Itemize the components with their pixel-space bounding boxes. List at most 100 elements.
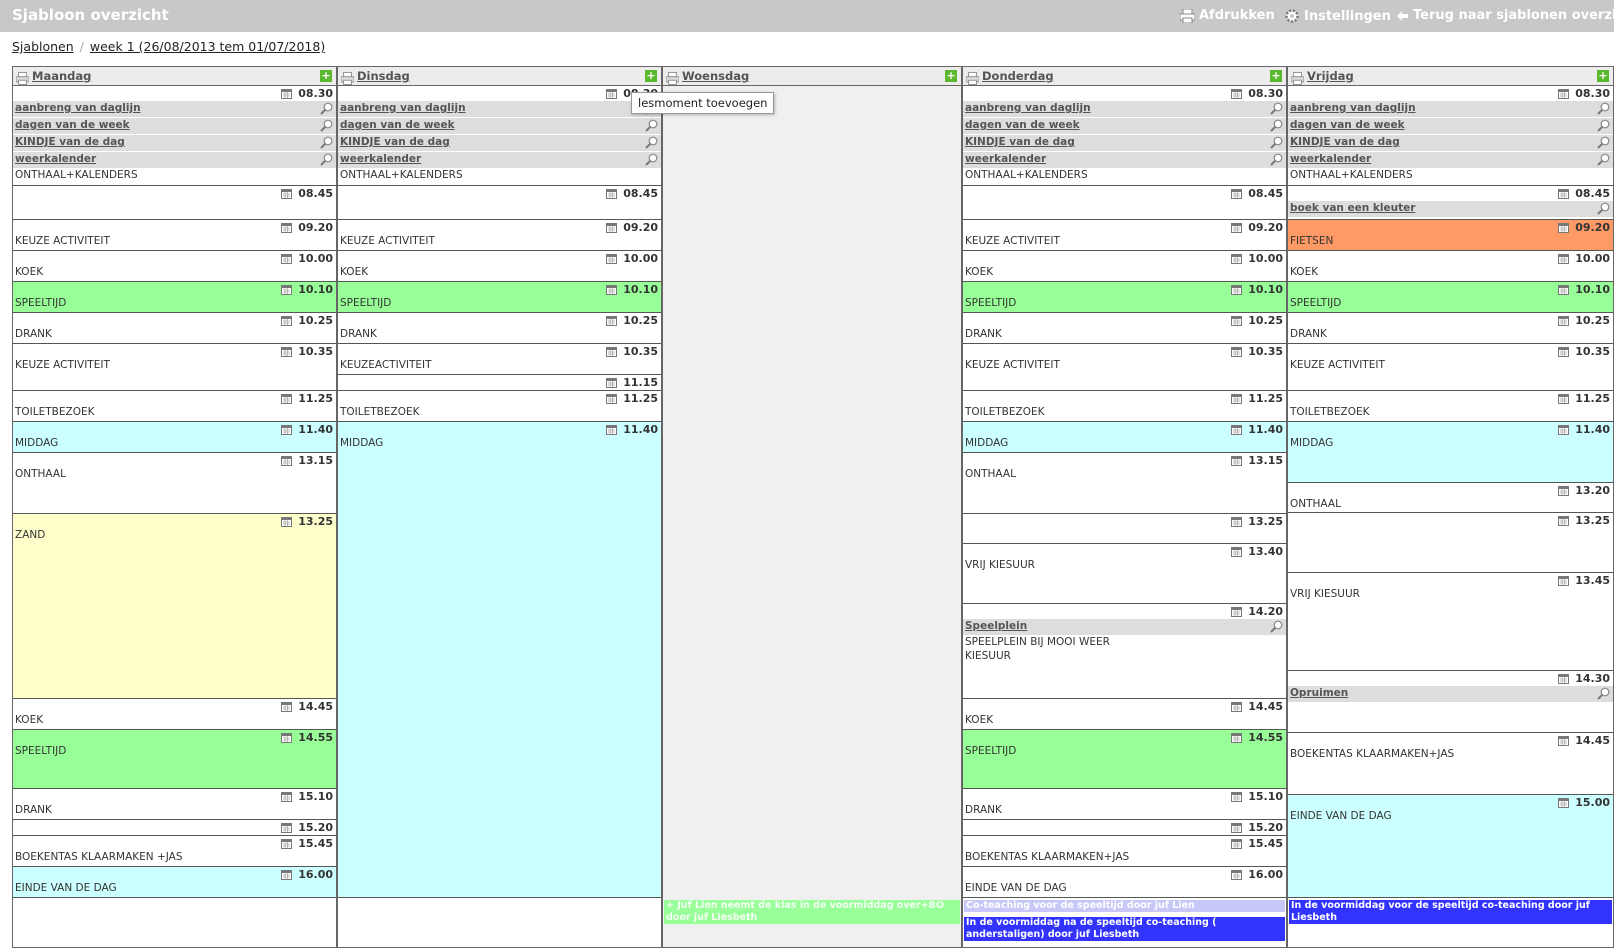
- time-slot[interactable]: 10.35 KEUZE ACTIVITEIT: [963, 344, 1286, 391]
- time-slot[interactable]: 15.10 DRANK: [963, 789, 1286, 820]
- activity-item[interactable]: dagen van de week: [13, 118, 336, 134]
- calendar-icon[interactable]: [1558, 222, 1570, 233]
- activity-item[interactable]: aanbreng van daglijn: [1288, 101, 1613, 117]
- add-lesson-button[interactable]: +: [645, 70, 657, 82]
- breadcrumb-week-link[interactable]: week 1 (26/08/2013 tem 01/07/2018): [90, 39, 325, 54]
- magnifier-icon[interactable]: [1270, 620, 1283, 636]
- magnifier-icon[interactable]: [645, 136, 658, 152]
- time-slot[interactable]: 10.10 SPEELTIJD: [1288, 282, 1613, 313]
- calendar-icon[interactable]: [281, 346, 293, 357]
- activity-link[interactable]: aanbreng van daglijn: [965, 102, 1091, 114]
- calendar-icon[interactable]: [281, 455, 293, 466]
- time-slot[interactable]: 15.20: [963, 820, 1286, 836]
- time-slot[interactable]: 09.20 KEUZE ACTIVITEIT: [13, 220, 336, 251]
- time-slot[interactable]: 14.45 KOEK: [13, 699, 336, 730]
- activity-link[interactable]: KINDJE van de dag: [340, 136, 450, 148]
- calendar-icon[interactable]: [1231, 393, 1243, 404]
- activity-item[interactable]: dagen van de week: [963, 118, 1286, 134]
- magnifier-icon[interactable]: [645, 153, 658, 169]
- calendar-icon[interactable]: [606, 88, 618, 99]
- activity-item[interactable]: Opruimen: [1288, 686, 1613, 702]
- time-slot[interactable]: 09.20 FIETSEN: [1288, 220, 1613, 251]
- magnifier-icon[interactable]: [1270, 136, 1283, 152]
- time-slot[interactable]: 15.45 BOEKENTAS KLAARMAKEN+JAS: [963, 836, 1286, 867]
- calendar-icon[interactable]: [1558, 424, 1570, 435]
- calendar-icon[interactable]: [1231, 315, 1243, 326]
- calendar-icon[interactable]: [1231, 253, 1243, 264]
- time-slot[interactable]: 14.30 Opruimen: [1288, 671, 1613, 733]
- time-slot[interactable]: 11.40 MIDDAG: [338, 422, 661, 898]
- day-title[interactable]: Vrijdag: [1307, 69, 1354, 83]
- time-slot[interactable]: 13.15 ONTHAAL: [963, 453, 1286, 514]
- activity-link[interactable]: dagen van de week: [340, 119, 455, 131]
- time-slot[interactable]: 10.10 SPEELTIJD: [963, 282, 1286, 313]
- calendar-icon[interactable]: [1231, 424, 1243, 435]
- calendar-icon[interactable]: [1558, 188, 1570, 199]
- calendar-icon[interactable]: [1558, 315, 1570, 326]
- print-day-icon[interactable]: [665, 70, 680, 89]
- time-slot[interactable]: 10.25 DRANK: [1288, 313, 1613, 344]
- time-slot[interactable]: 11.40 MIDDAG: [1288, 422, 1613, 483]
- calendar-icon[interactable]: [281, 516, 293, 527]
- calendar-icon[interactable]: [1231, 606, 1243, 617]
- activity-link[interactable]: dagen van de week: [15, 119, 130, 131]
- calendar-icon[interactable]: [606, 284, 618, 295]
- time-slot[interactable]: 08.45: [338, 186, 661, 220]
- time-slot[interactable]: 10.25 DRANK: [963, 313, 1286, 344]
- calendar-icon[interactable]: [281, 732, 293, 743]
- calendar-icon[interactable]: [1231, 346, 1243, 357]
- calendar-icon[interactable]: [606, 346, 618, 357]
- activity-item[interactable]: Speelplein: [963, 619, 1286, 635]
- calendar-icon[interactable]: [1558, 253, 1570, 264]
- activity-link[interactable]: weerkalender: [965, 153, 1046, 165]
- activity-item[interactable]: KINDJE van de dag: [13, 135, 336, 151]
- calendar-icon[interactable]: [1558, 284, 1570, 295]
- time-slot[interactable]: 14.55 SPEELTIJD: [13, 730, 336, 789]
- calendar-icon[interactable]: [281, 869, 293, 880]
- magnifier-icon[interactable]: [1597, 102, 1610, 118]
- calendar-icon[interactable]: [1231, 188, 1243, 199]
- calendar-icon[interactable]: [281, 188, 293, 199]
- activity-item[interactable]: KINDJE van de dag: [963, 135, 1286, 151]
- calendar-icon[interactable]: [1558, 346, 1570, 357]
- calendar-icon[interactable]: [1231, 455, 1243, 466]
- time-slot[interactable]: 10.35 KEUZEACTIVITEIT: [338, 344, 661, 375]
- activity-link[interactable]: Opruimen: [1290, 687, 1348, 699]
- time-slot[interactable]: 10.00 KOEK: [338, 251, 661, 282]
- activity-item[interactable]: weerkalender: [13, 152, 336, 168]
- calendar-icon[interactable]: [1231, 838, 1243, 849]
- magnifier-icon[interactable]: [320, 119, 333, 135]
- time-slot[interactable]: 13.25: [1288, 513, 1613, 573]
- time-slot[interactable]: 16.00 EINDE VAN DE DAG: [963, 867, 1286, 898]
- activity-item[interactable]: boek van een kleuter: [1288, 201, 1613, 217]
- add-lesson-button[interactable]: +: [1597, 70, 1609, 82]
- magnifier-icon[interactable]: [1597, 119, 1610, 135]
- magnifier-icon[interactable]: [1270, 102, 1283, 118]
- activity-item[interactable]: aanbreng van daglijn: [963, 101, 1286, 117]
- magnifier-icon[interactable]: [1270, 153, 1283, 169]
- activity-item[interactable]: KINDJE van de dag: [1288, 135, 1613, 151]
- calendar-icon[interactable]: [606, 222, 618, 233]
- activity-link[interactable]: dagen van de week: [1290, 119, 1405, 131]
- time-slot[interactable]: 10.25 DRANK: [13, 313, 336, 344]
- time-slot[interactable]: 08.30aanbreng van daglijndagen van de we…: [338, 86, 661, 186]
- time-slot[interactable]: 13.20 ONTHAAL: [1288, 483, 1613, 513]
- calendar-icon[interactable]: [606, 424, 618, 435]
- calendar-icon[interactable]: [1558, 735, 1570, 746]
- time-slot[interactable]: 15.20: [13, 820, 336, 836]
- activity-link[interactable]: weerkalender: [340, 153, 421, 165]
- time-slot[interactable]: 13.40 VRIJ KIESUUR: [963, 544, 1286, 604]
- calendar-icon[interactable]: [606, 253, 618, 264]
- activity-link[interactable]: aanbreng van daglijn: [1290, 102, 1416, 114]
- print-button[interactable]: Afdrukken: [1180, 8, 1275, 23]
- time-slot[interactable]: 08.45: [963, 186, 1286, 220]
- day-note[interactable]: In de voormiddag voor de speeltijd co-te…: [1289, 900, 1612, 924]
- magnifier-icon[interactable]: [320, 102, 333, 118]
- calendar-icon[interactable]: [606, 393, 618, 404]
- calendar-icon[interactable]: [1558, 575, 1570, 586]
- calendar-icon[interactable]: [1231, 869, 1243, 880]
- time-slot[interactable]: 14.45 KOEK: [963, 699, 1286, 730]
- day-title[interactable]: Donderdag: [982, 69, 1054, 83]
- activity-link[interactable]: boek van een kleuter: [1290, 202, 1415, 214]
- calendar-icon[interactable]: [1231, 284, 1243, 295]
